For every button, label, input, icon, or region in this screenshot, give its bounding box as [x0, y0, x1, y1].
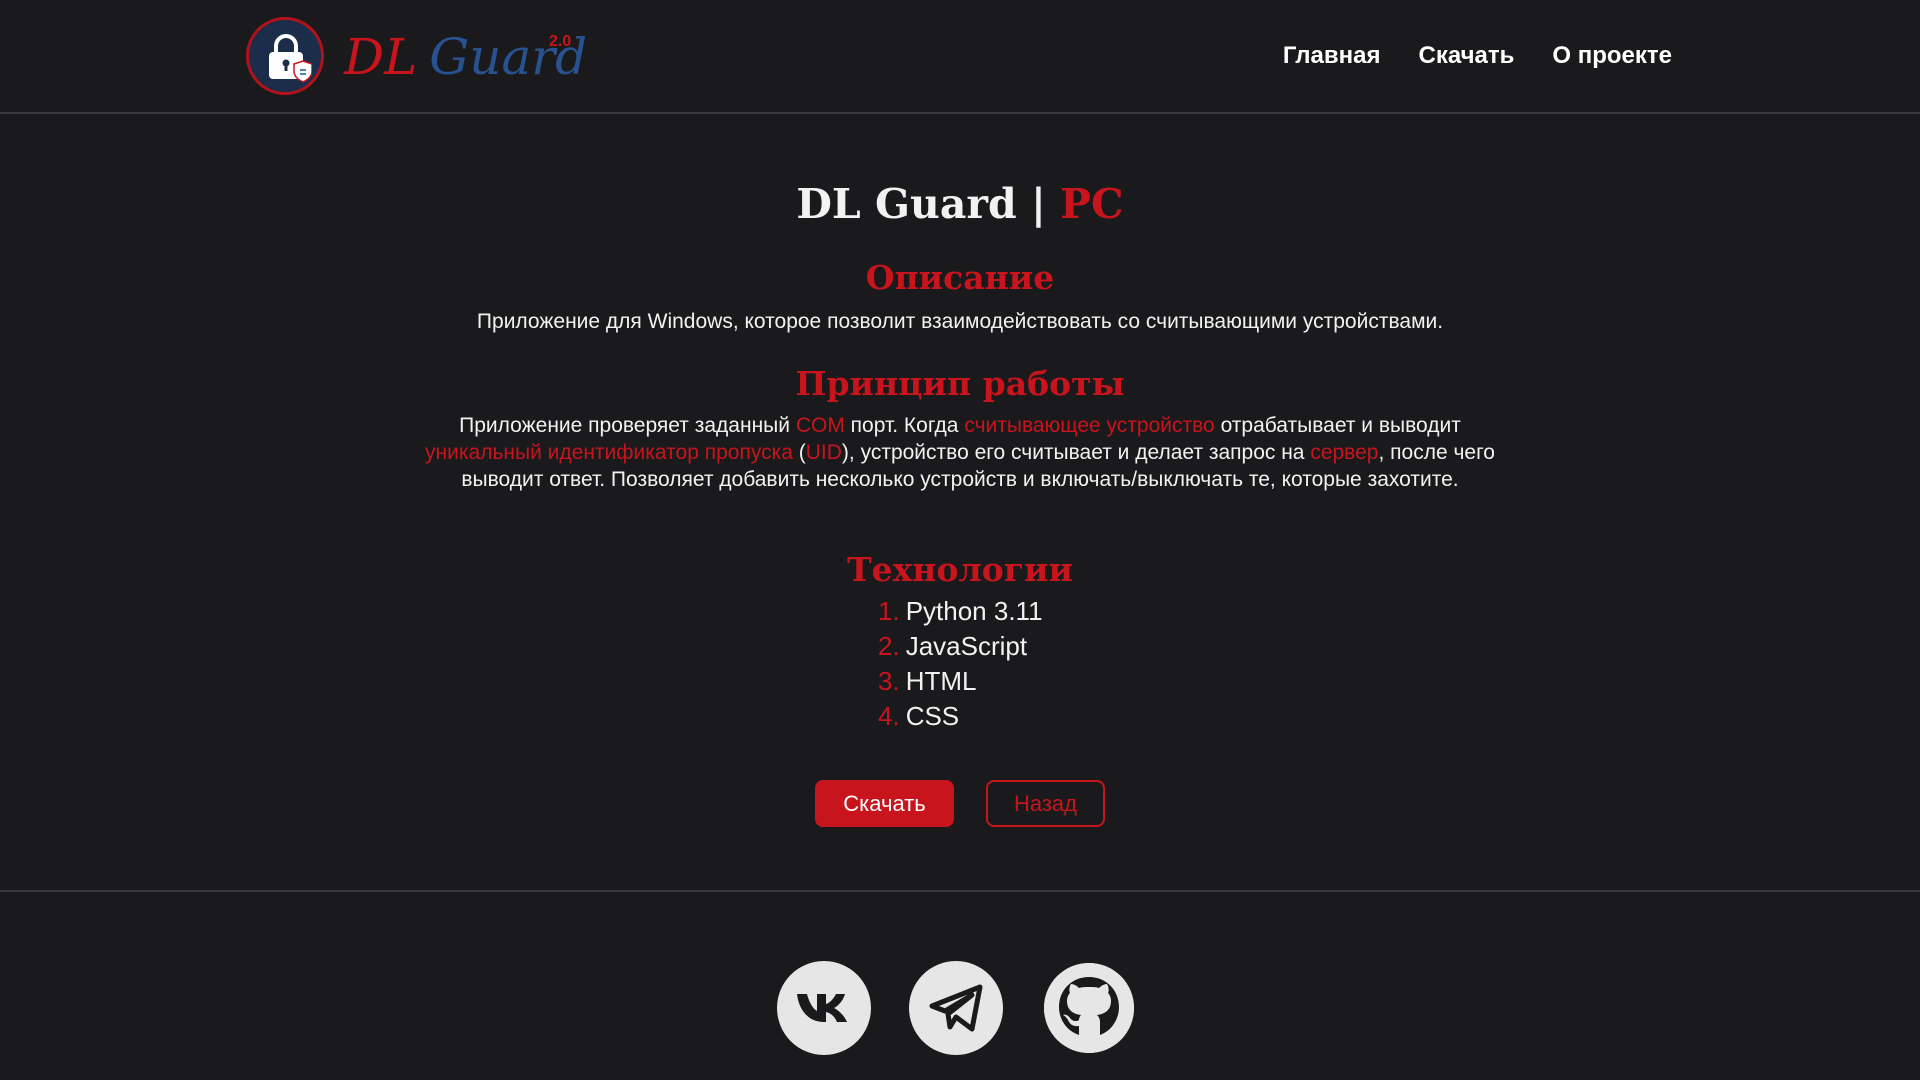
title-accent: PC	[1060, 180, 1124, 228]
telegram-icon	[929, 984, 983, 1032]
github-link[interactable]	[1044, 963, 1134, 1053]
title-main: DL Guard |	[796, 180, 1061, 228]
nav-home[interactable]: Главная	[1283, 38, 1381, 74]
vk-link[interactable]	[777, 961, 871, 1055]
back-button[interactable]: Назад	[986, 780, 1105, 827]
list-text: Python 3.11	[905, 596, 1043, 626]
principle-text: Приложение проверяет заданный COM порт. …	[420, 412, 1500, 493]
principle-highlight: считывающее устройство	[964, 414, 1215, 437]
principle-highlight: сервер	[1310, 441, 1379, 464]
logo[interactable]	[246, 17, 324, 95]
principle-part: (	[792, 441, 806, 464]
list-text: JavaScript	[905, 631, 1028, 661]
principle-part: ), устройство его считывает и делает зап…	[841, 441, 1311, 464]
principle-highlight: уникальный идентификатор пропуска	[425, 441, 793, 464]
principle-part: отрабатывает и выводит	[1214, 414, 1461, 437]
list-number: 1.	[878, 596, 900, 626]
main-content: DL Guard | PC Описание Приложение для Wi…	[0, 116, 1920, 890]
download-button[interactable]: Скачать	[815, 780, 954, 827]
github-icon	[1044, 963, 1134, 1053]
nav-download[interactable]: Скачать	[1418, 38, 1514, 74]
page-title: DL Guard | PC	[0, 176, 1920, 232]
principle-part: порт. Когда	[844, 414, 965, 437]
description-text: Приложение для Windows, которое позволит…	[476, 310, 1444, 333]
vk-icon	[797, 994, 847, 1022]
lock-icon	[269, 34, 312, 83]
list-item: 3. HTML	[878, 664, 1043, 699]
principle-part: Приложение проверяет заданный	[459, 414, 796, 437]
list-item: 4. CSS	[878, 699, 1043, 734]
principle-highlight: UID	[805, 441, 842, 464]
brand-version: 2.0	[549, 33, 572, 50]
nav-about[interactable]: О проекте	[1552, 38, 1672, 74]
list-number: 4.	[878, 701, 900, 731]
list-text: CSS	[905, 701, 960, 731]
principle-highlight: COM	[795, 414, 845, 437]
main-nav: Главная Скачать О проекте	[1283, 38, 1672, 74]
list-item: 1. Python 3.11	[878, 594, 1043, 629]
principle-heading: Принцип работы	[795, 364, 1125, 403]
telegram-link[interactable]	[909, 961, 1003, 1055]
brand-dl: DL	[344, 28, 418, 86]
list-item: 2. JavaScript	[878, 629, 1043, 664]
technologies-list: 1. Python 3.11 2. JavaScript 3. HTML 4. CSS	[878, 594, 1043, 734]
technologies-heading: Технологии	[847, 550, 1073, 589]
list-text: HTML	[905, 666, 977, 696]
list-number: 3.	[878, 666, 900, 696]
description-heading: Описание	[865, 258, 1055, 297]
list-number: 2.	[878, 631, 900, 661]
site-header: DL Guard 2.0 Главная Скачать О проекте	[0, 0, 1920, 114]
site-footer	[0, 890, 1920, 1080]
